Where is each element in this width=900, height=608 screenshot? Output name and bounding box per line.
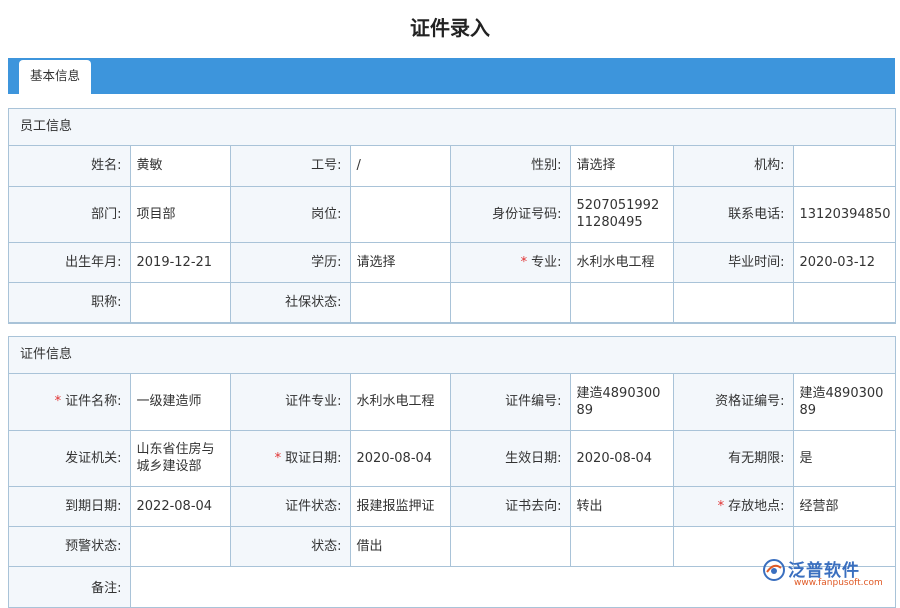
expiry-date-field[interactable]: 2022-08-04 (129, 485, 231, 527)
gender-select[interactable]: 请选择 (569, 146, 674, 187)
issuer-label: 发证机关: (9, 429, 131, 487)
required-mark: * (54, 394, 62, 410)
id-no-field[interactable]: 520705199211280495 (569, 185, 674, 243)
cert-section-title: 证件信息 (9, 337, 895, 374)
employee-no-field[interactable]: / (349, 146, 451, 187)
cert-status-field[interactable]: 报建报监押证 (349, 485, 451, 527)
storage-label-cell: * 存放地点: (672, 485, 794, 527)
birth-field[interactable]: 2019-12-21 (129, 241, 231, 283)
brand-watermark: 泛普软件 www.fanpusoft.com (762, 556, 892, 592)
brand-url: www.fanpusoft.com (794, 578, 883, 588)
tab-bar: 基本信息 (8, 58, 895, 94)
issue-date-label: 取证日期: (285, 450, 342, 466)
major-label-cell: * 专业: (449, 241, 571, 283)
qual-no-label: 资格证编号: (672, 374, 794, 431)
brand-logo-icon (763, 559, 785, 581)
position-label: 岗位: (229, 185, 351, 243)
qual-no-field[interactable]: 建造489030089 (792, 374, 895, 431)
grad-date-field[interactable]: 2020-03-12 (792, 241, 895, 283)
issue-date-field[interactable]: 2020-08-04 (349, 429, 451, 487)
has-expiry-field[interactable]: 是 (792, 429, 895, 487)
cert-name-label-cell: * 证件名称: (9, 374, 131, 431)
issuer-field[interactable]: 山东省住房与城乡建设部 (129, 429, 231, 487)
social-status-field[interactable] (349, 281, 451, 323)
destination-field[interactable]: 转出 (569, 485, 674, 527)
employee-form-table: 姓名: 黄敏 工号: / 性别: 请选择 机构: 部门: 项目部 岗位: 身份证… (9, 146, 895, 323)
title-field[interactable] (129, 281, 231, 323)
empty-cell (672, 281, 794, 323)
employee-no-label: 工号: (229, 146, 351, 187)
dept-label: 部门: (9, 185, 131, 243)
cert-no-label: 证件编号: (449, 374, 571, 431)
required-mark: * (520, 254, 528, 270)
empty-cell (569, 525, 674, 567)
cert-major-label: 证件专业: (229, 374, 351, 431)
page-title: 证件录入 (410, 16, 490, 40)
grad-date-label: 毕业时间: (672, 241, 794, 283)
warning-status-field[interactable] (129, 525, 231, 567)
education-label: 学历: (229, 241, 351, 283)
effective-date-field[interactable]: 2020-08-04 (569, 429, 674, 487)
required-mark: * (717, 498, 725, 514)
cert-no-field[interactable]: 建造489030089 (569, 374, 674, 431)
has-expiry-label: 有无期限: (672, 429, 794, 487)
empty-cell (449, 281, 571, 323)
expiry-date-label: 到期日期: (9, 485, 131, 527)
social-status-label: 社保状态: (229, 281, 351, 323)
storage-field[interactable]: 经营部 (792, 485, 895, 527)
status-field[interactable]: 借出 (349, 525, 451, 567)
warning-status-label: 预警状态: (9, 525, 131, 567)
phone-field[interactable]: 13120394850 (792, 185, 895, 243)
cert-name-label: 证件名称: (65, 394, 122, 410)
tab-basic-info[interactable]: 基本信息 (19, 60, 91, 94)
cert-major-field[interactable]: 水利水电工程 (349, 374, 451, 431)
major-label: 专业: (531, 254, 562, 270)
employee-info-section: 员工信息 姓名: 黄敏 工号: / 性别: 请选择 机构: 部门: 项目部 岗位… (8, 108, 896, 324)
name-label: 姓名: (9, 146, 131, 187)
birth-label: 出生年月: (9, 241, 131, 283)
destination-label: 证书去向: (449, 485, 571, 527)
phone-label: 联系电话: (672, 185, 794, 243)
issue-date-label-cell: * 取证日期: (229, 429, 351, 487)
id-no-label: 身份证号码: (449, 185, 571, 243)
gender-label: 性别: (449, 146, 571, 187)
dept-field[interactable]: 项目部 (129, 185, 231, 243)
employee-section-title: 员工信息 (9, 109, 895, 146)
position-field[interactable] (349, 185, 451, 243)
cert-name-field[interactable]: 一级建造师 (129, 374, 231, 431)
empty-cell (569, 281, 674, 323)
education-select[interactable]: 请选择 (349, 241, 451, 283)
storage-label: 存放地点: (728, 498, 785, 514)
name-field[interactable]: 黄敏 (129, 146, 231, 187)
empty-cell (792, 281, 895, 323)
effective-date-label: 生效日期: (449, 429, 571, 487)
status-label: 状态: (229, 525, 351, 567)
empty-cell (449, 525, 571, 567)
remark-label: 备注: (9, 565, 131, 607)
major-field[interactable]: 水利水电工程 (569, 241, 674, 283)
cert-status-label: 证件状态: (229, 485, 351, 527)
org-label: 机构: (672, 146, 794, 187)
org-field[interactable] (792, 146, 895, 187)
title-label: 职称: (9, 281, 131, 323)
required-mark: * (274, 450, 282, 466)
